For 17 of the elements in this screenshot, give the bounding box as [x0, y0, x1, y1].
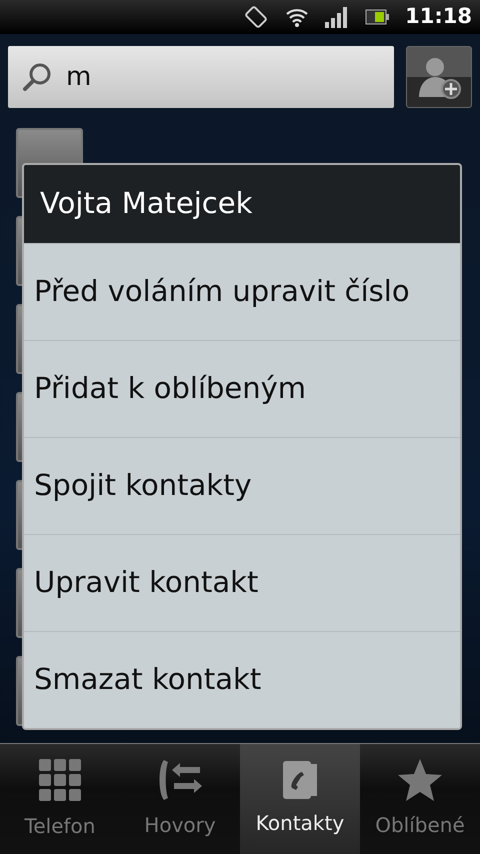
tab[interactable]: Telefon [0, 744, 120, 854]
search-field[interactable]: m [8, 46, 394, 108]
menu-title: Vojta Matejcek [24, 165, 460, 243]
signal-icon [325, 6, 350, 28]
dialpad-icon [37, 757, 83, 803]
tab[interactable]: Oblíbené [360, 744, 480, 854]
tab[interactable]: Kontakty [240, 744, 360, 854]
tab[interactable]: Hovory [120, 744, 240, 854]
wifi-icon [285, 6, 310, 28]
add-contact-button[interactable] [406, 46, 472, 108]
clock-time: 11:18 [405, 3, 472, 30]
rotate-icon [243, 5, 270, 29]
search-icon [22, 62, 52, 92]
address-book-icon [282, 760, 318, 800]
battery-icon [365, 9, 390, 25]
menu-item[interactable]: Smazat kontakt [24, 631, 460, 728]
star-icon [397, 758, 443, 802]
